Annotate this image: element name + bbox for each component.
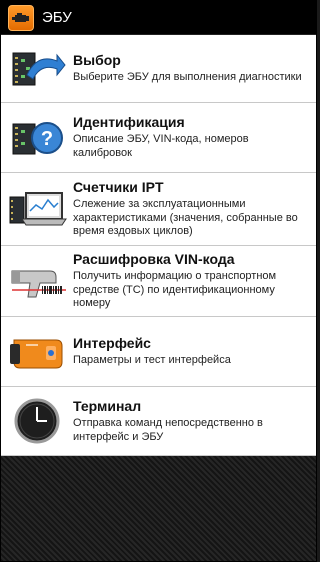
- menu-item-title: Идентификация: [73, 114, 185, 131]
- menu-item-terminal[interactable]: Терминал Отправка команд непосредственно…: [1, 387, 316, 456]
- menu-item-title: Интерфейс: [73, 335, 151, 352]
- ecu-question-icon: ?: [1, 114, 73, 162]
- main-menu: Выбор Выберите ЭБУ для выполнения диагно…: [1, 35, 316, 456]
- menu-item-title: Счетчики IPT: [73, 178, 164, 195]
- menu-item-title: Терминал: [73, 397, 142, 414]
- menu-item-title: Выбор: [73, 52, 121, 69]
- menu-item-description: Описание ЭБУ, VIN-кода, номеров калибров…: [73, 133, 249, 159]
- ecu-laptop-icon: [1, 185, 73, 233]
- menu-item-counters[interactable]: Счетчики IPT Слежение за эксплуатационны…: [1, 173, 316, 246]
- menu-item-interface[interactable]: Интерфейс Параметры и тест интерфейса: [1, 317, 316, 387]
- terminal-icon: [1, 396, 73, 446]
- app-title: ЭБУ: [42, 9, 72, 26]
- menu-item-select[interactable]: Выбор Выберите ЭБУ для выполнения диагно…: [1, 35, 316, 103]
- menu-item-description: Выберите ЭБУ для выполнения диагностики: [73, 71, 302, 84]
- menu-item-description: Слежение за эксплуатационными характерис…: [73, 197, 298, 238]
- menu-item-title: Расшифровка VIN-кода: [73, 250, 235, 267]
- menu-item-vin-decode[interactable]: Расшифровка VIN-кода Получить информацию…: [1, 246, 316, 317]
- menu-item-description: Параметры и тест интерфейса: [73, 354, 231, 367]
- engine-warning-icon[interactable]: [8, 4, 34, 31]
- svg-text:?: ?: [41, 128, 53, 150]
- ecu-arrow-icon: [1, 45, 73, 93]
- title-bar: ЭБУ: [1, 1, 316, 35]
- menu-item-identification[interactable]: ? Идентификация Описание ЭБУ, VIN-кода, …: [1, 103, 316, 173]
- barcode-scanner-icon: [1, 257, 73, 305]
- menu-item-description: Получить информацию о транспортном средс…: [73, 269, 277, 310]
- app-window: ЭБУ Выбор Выберите ЭБУ для выполнения ди…: [0, 0, 317, 562]
- menu-item-description: Отправка команд непосредственно в интерф…: [73, 416, 263, 443]
- obd-adapter-icon: [1, 328, 73, 376]
